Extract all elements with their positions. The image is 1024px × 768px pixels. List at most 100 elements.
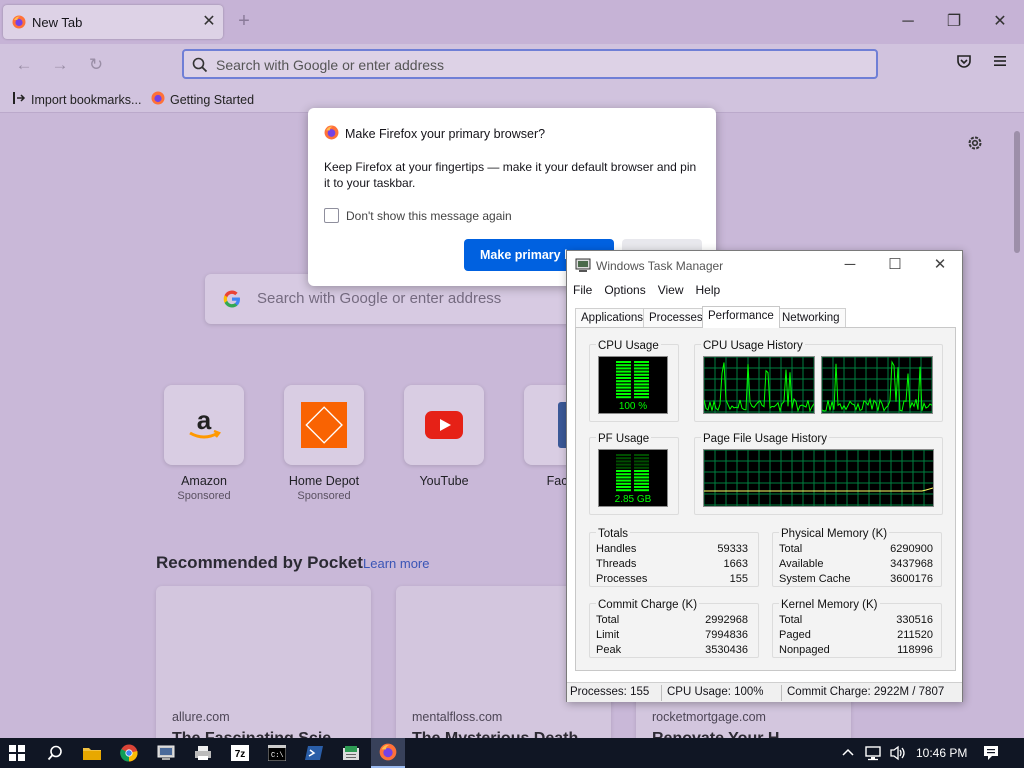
kernel-memory-label: Kernel Memory (K)	[779, 599, 880, 611]
pf-history-label: Page File Usage History	[701, 433, 829, 445]
pf-history-graph	[703, 449, 934, 507]
tm-menu-help[interactable]: Help	[690, 280, 727, 300]
sponsored-label: Sponsored	[177, 490, 231, 502]
task-manager-titlebar[interactable]: Windows Task Manager ─ ☐ ✕	[567, 251, 962, 279]
cpu-history-graph-core-2	[821, 356, 933, 414]
totals-stats: Handles 59333 Threads 1663 Processes 155	[596, 542, 748, 587]
firefox-taskbar-icon[interactable]	[371, 738, 405, 768]
spreadsheet-app-icon[interactable]	[334, 738, 368, 768]
meter-segment	[634, 482, 649, 485]
meter-segment	[634, 361, 649, 363]
tm-menu-options[interactable]: Options	[598, 280, 651, 300]
stat-value: 330516	[896, 614, 933, 626]
stat-name: Peak	[596, 644, 622, 656]
clock[interactable]: 10:46 PM	[916, 738, 967, 768]
chrome-icon[interactable]	[112, 738, 146, 768]
tm-minimize-button[interactable]: ─	[827, 251, 873, 279]
task-manager-window: Windows Task Manager ─ ☐ ✕ File Options …	[566, 250, 963, 702]
page-scrollbar[interactable]	[1008, 113, 1024, 738]
stat-value: 6290900	[890, 543, 933, 555]
task-manager-title: Windows Task Manager	[596, 259, 724, 273]
meter-segment	[634, 389, 649, 392]
google-search-placeholder: Search with Google or enter address	[257, 290, 502, 307]
powershell-icon[interactable]	[297, 738, 331, 768]
tm-menu-file[interactable]: File	[567, 280, 598, 300]
top-site-youtube[interactable]: YouTube	[404, 385, 484, 488]
pocket-icon[interactable]	[951, 53, 977, 77]
reload-icon[interactable]: ↻	[82, 52, 110, 78]
pocket-card[interactable]: allure.com The Fascinating Scie	[156, 586, 371, 738]
card-title: The Mysterious Death	[412, 730, 578, 738]
tm-maximize-button[interactable]: ☐	[872, 251, 918, 279]
command-prompt-icon[interactable]: C:\	[260, 738, 294, 768]
tab-performance[interactable]: Performance	[702, 306, 780, 328]
stat-name: Paged	[779, 629, 811, 641]
pocket-learn-more-link[interactable]: Learn more	[363, 556, 429, 571]
firefox-icon	[12, 15, 26, 32]
network-icon[interactable]	[864, 738, 882, 768]
navigation-toolbar: ← → ↻ Search with Google or enter addres…	[0, 44, 1024, 86]
meter-segment	[616, 460, 631, 463]
back-arrow-icon[interactable]: ←	[10, 52, 38, 78]
meter-segment	[616, 389, 631, 392]
stat-name: Total	[779, 614, 803, 626]
meter-segment	[616, 463, 631, 466]
windows-start-icon[interactable]	[0, 738, 34, 768]
top-site-name: YouTube	[419, 474, 469, 488]
cpu-history-graph-core-1	[703, 356, 815, 414]
physical-memory-label: Physical Memory (K)	[779, 528, 890, 540]
tm-close-button[interactable]: ✕	[917, 251, 963, 279]
tab-processes[interactable]: Processes	[643, 308, 709, 328]
cpu-history-group: CPU Usage History	[694, 340, 943, 422]
tab-new-tab[interactable]: New Tab ✕	[3, 5, 223, 39]
tab-networking[interactable]: Networking	[776, 308, 846, 328]
7zip-icon[interactable]: 7z	[223, 738, 257, 768]
show-hidden-icons-chevron-icon[interactable]	[842, 738, 854, 768]
task-manager-icon	[575, 257, 591, 276]
restore-window-button[interactable]: ❐	[932, 8, 976, 36]
card-title: Renovate Your H	[652, 730, 779, 738]
kernel-memory-group: Kernel Memory (K) Total 330516 Paged 21152…	[772, 599, 942, 658]
search-icon[interactable]	[38, 738, 72, 768]
stat-name: Handles	[596, 543, 637, 555]
pocket-heading: Recommended by Pocket	[156, 553, 363, 572]
address-bar[interactable]: Search with Google or enter address	[182, 49, 878, 79]
bookmark-getting-started[interactable]: Getting Started	[151, 91, 254, 108]
stat-name: Available	[779, 558, 824, 570]
forward-arrow-icon[interactable]: →	[46, 52, 74, 78]
stat-value: 1663	[723, 558, 748, 570]
top-site-home-depot[interactable]: Home Depot Sponsored	[284, 385, 364, 502]
stat-value: 3437968	[890, 558, 933, 570]
stat-name: System Cache	[779, 573, 851, 585]
settings-gear-icon[interactable]	[966, 134, 984, 155]
volume-icon[interactable]	[889, 738, 907, 768]
file-explorer-icon[interactable]	[75, 738, 109, 768]
status-divider	[781, 685, 782, 701]
printer-icon[interactable]	[186, 738, 220, 768]
meter-segment	[616, 396, 631, 399]
meter-segment	[634, 386, 649, 389]
close-window-button[interactable]: ✕	[978, 8, 1022, 36]
hamburger-menu-icon[interactable]	[987, 53, 1013, 77]
pf-history-line	[704, 487, 934, 492]
tm-menu-view[interactable]: View	[652, 280, 690, 300]
bookmark-import[interactable]: Import bookmarks...	[12, 91, 141, 108]
checkbox-box[interactable]	[324, 208, 339, 223]
close-tab-icon[interactable]: ✕	[199, 12, 219, 32]
stat-name: Total	[596, 614, 620, 626]
stat-name: Nonpaged	[779, 644, 830, 656]
meter-segment	[634, 463, 649, 466]
dont-show-again-checkbox[interactable]: Don't show this message again	[324, 208, 512, 223]
tab-applications[interactable]: Applications	[575, 308, 650, 328]
minimize-window-button[interactable]: ─	[886, 8, 930, 36]
home-depot-logo	[284, 385, 364, 465]
top-site-amazon[interactable]: a Amazon Sponsored	[164, 385, 244, 502]
new-tab-plus-icon[interactable]: +	[233, 11, 255, 33]
performance-panel: CPU Usage 100 % CPU Usage History PF Usa…	[575, 327, 956, 671]
stat-name: Limit	[596, 629, 620, 641]
scrollbar-thumb[interactable]	[1014, 131, 1020, 253]
meter-segment	[616, 386, 631, 389]
task-manager-taskbar-icon[interactable]	[149, 738, 183, 768]
action-center-icon[interactable]	[983, 738, 999, 768]
meter-segment	[634, 383, 649, 386]
